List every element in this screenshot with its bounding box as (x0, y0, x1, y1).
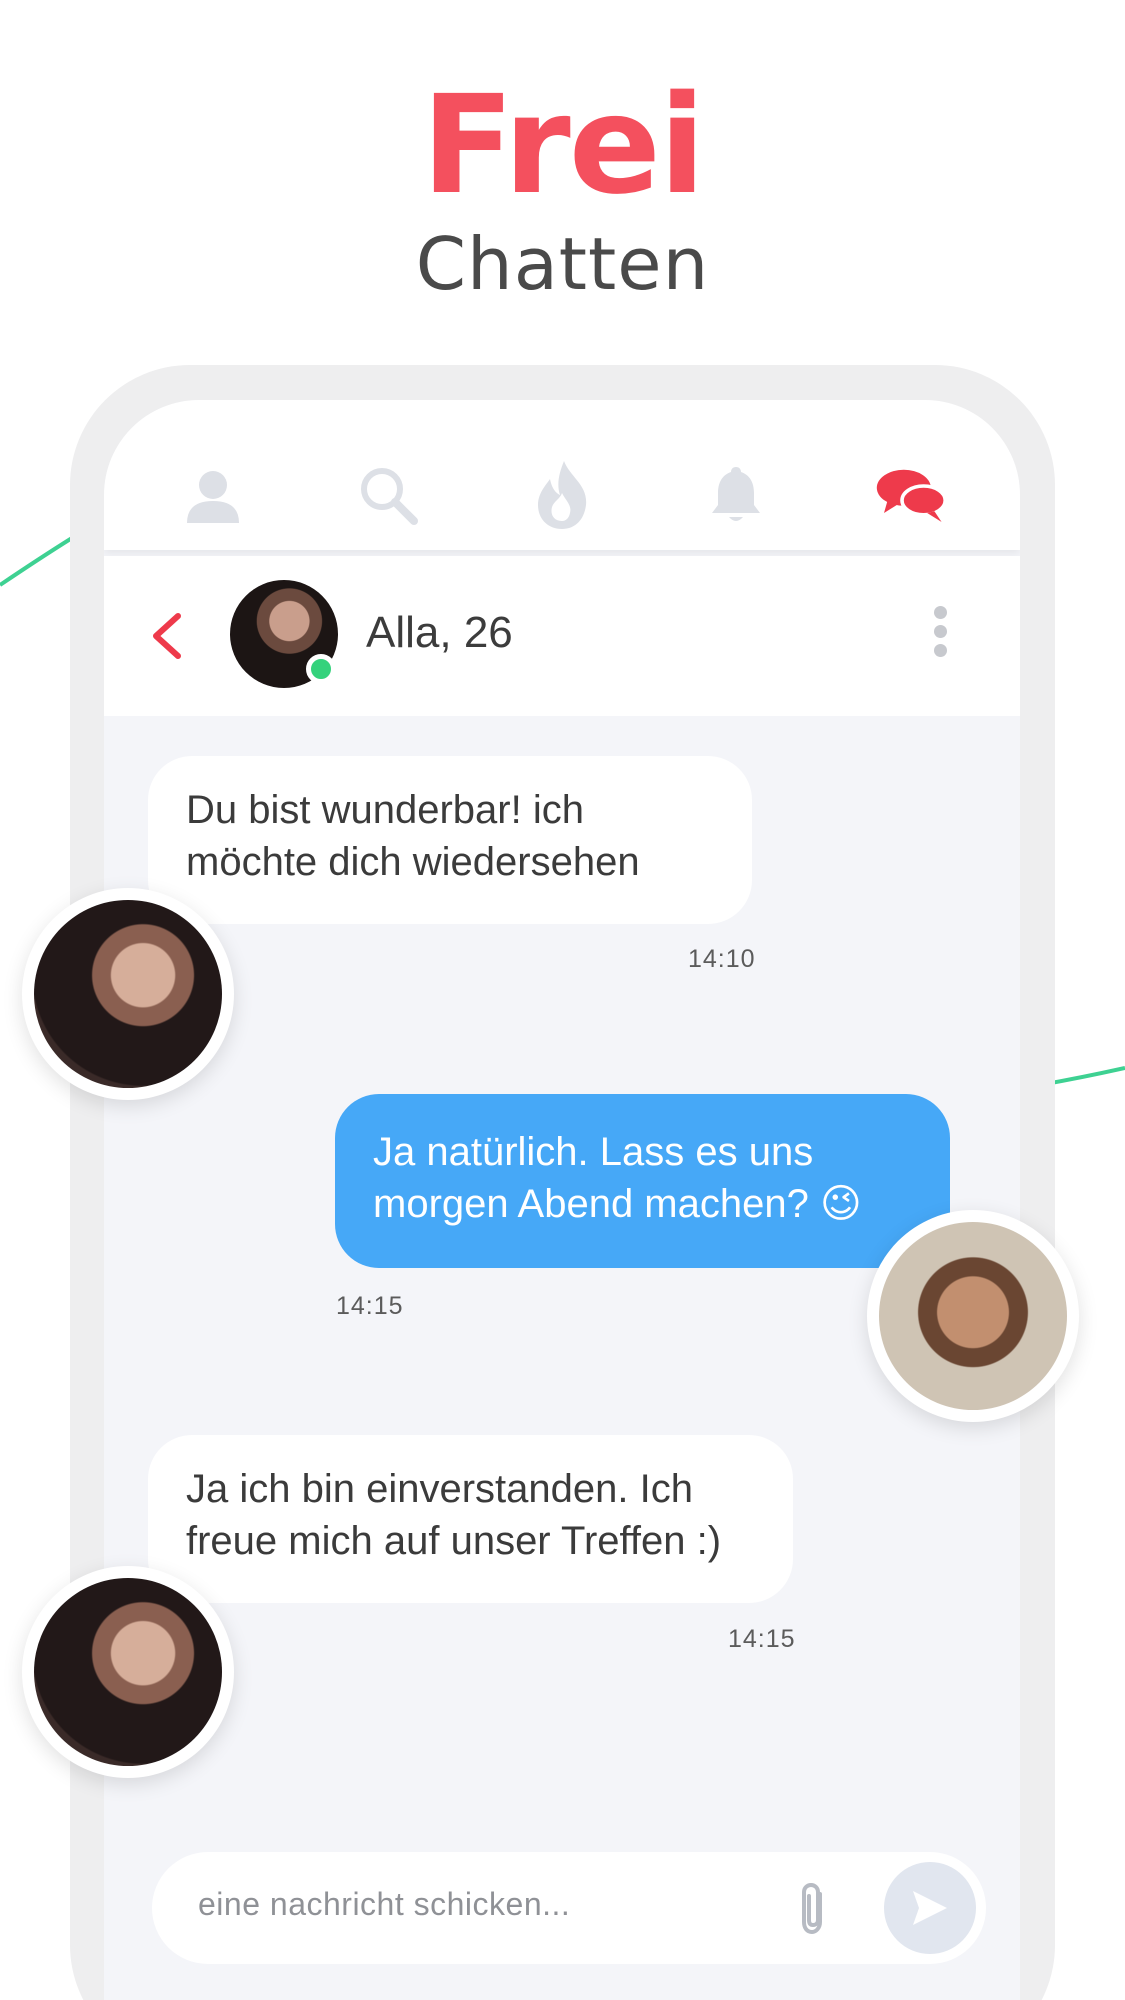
message-text: Du bist wunderbar! ich (186, 788, 584, 832)
message-input[interactable]: eine nachricht schicken... (198, 1886, 570, 1923)
sender-photo (34, 1578, 222, 1766)
message-bubble-outgoing[interactable]: Ja natürlich. Lass es uns morgen Abend m… (335, 1094, 950, 1268)
message-text: morgen Abend machen? 😉 (373, 1182, 862, 1226)
user-avatar[interactable] (867, 1210, 1079, 1422)
message-text: möchte dich wiedersehen (186, 840, 640, 884)
message-bubble-incoming[interactable]: Ja ich bin einverstanden. Ich freue mich… (148, 1435, 793, 1603)
more-options-button[interactable] (928, 600, 952, 664)
sender-avatar[interactable] (22, 888, 234, 1100)
message-text: freue mich auf unser Treffen :) (186, 1519, 722, 1563)
dot-icon (933, 606, 947, 619)
send-button[interactable] (884, 1862, 976, 1954)
search-icon[interactable] (352, 459, 424, 531)
profile-icon[interactable] (177, 459, 249, 531)
app-promo-page: Frei Chatten Alla, 26 Du bist wunderbar!… (0, 0, 1125, 2000)
hero-title: Frei (421, 67, 705, 225)
user-photo (879, 1222, 1067, 1410)
bell-icon[interactable] (700, 459, 772, 531)
contact-name[interactable]: Alla, 26 (366, 608, 513, 658)
chat-header: Alla, 26 (104, 556, 1020, 716)
chevron-left-icon (153, 613, 181, 659)
message-timestamp: 14:15 (728, 1625, 796, 1653)
sender-avatar[interactable] (22, 1566, 234, 1778)
dot-icon (933, 644, 947, 657)
hero-subtitle: Chatten (415, 222, 710, 306)
sender-photo (34, 900, 222, 1088)
message-bubble-incoming[interactable]: Du bist wunderbar! ich möchte dich wiede… (148, 756, 752, 924)
flame-icon[interactable] (526, 459, 598, 531)
message-text: Ja natürlich. Lass es uns (373, 1130, 814, 1174)
top-navigation (104, 400, 1020, 550)
dot-icon (933, 625, 947, 638)
message-text: Ja ich bin einverstanden. Ich (186, 1467, 693, 1511)
send-icon (913, 1891, 947, 1925)
online-status-indicator (306, 654, 336, 684)
message-timestamp: 14:10 (688, 945, 756, 973)
paperclip-icon[interactable] (792, 1880, 832, 1938)
message-timestamp: 14:15 (336, 1292, 404, 1320)
chat-bubbles-icon[interactable] (875, 459, 947, 531)
message-composer: eine nachricht schicken... (152, 1852, 986, 1964)
back-button[interactable] (144, 608, 192, 664)
